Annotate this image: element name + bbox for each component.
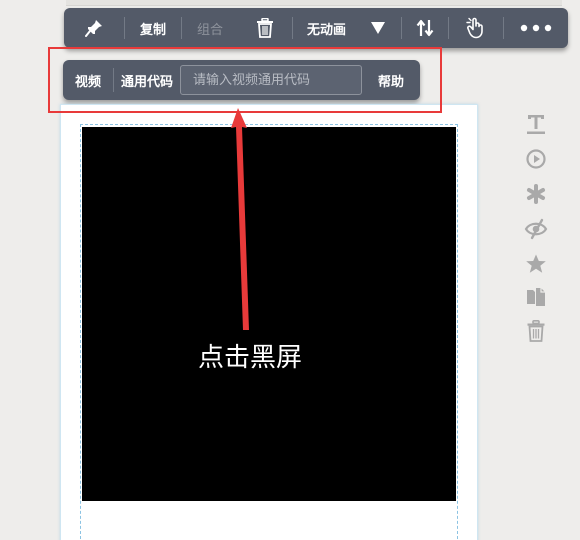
pointer-hand-icon	[466, 17, 483, 39]
video-tab[interactable]: 视频	[63, 60, 113, 100]
delete-button[interactable]	[238, 8, 292, 48]
editor-stage: 复制 组合 无动画 视频 通用代码 请输入视频通用代码 帮助 点击黑屏	[0, 0, 580, 540]
favorite-tool-button[interactable]	[522, 250, 550, 278]
eye-slash-icon	[524, 218, 548, 240]
help-button[interactable]: 帮助	[362, 71, 420, 90]
asterisk-icon	[527, 184, 545, 204]
copy-label: 复制	[139, 22, 166, 38]
pin-button[interactable]	[64, 8, 124, 48]
layer-order-button[interactable]	[402, 8, 448, 48]
trash-icon	[257, 18, 273, 38]
sort-arrows-icon	[416, 19, 434, 37]
animation-label: 无动画	[307, 22, 347, 38]
video-placeholder[interactable]	[82, 127, 456, 501]
embed-code-input[interactable]	[180, 65, 362, 95]
trash-icon	[527, 320, 545, 342]
group-label: 组合	[196, 22, 223, 38]
click-action-button[interactable]	[449, 8, 503, 48]
star-icon	[526, 254, 546, 273]
duplicate-tool-button[interactable]	[522, 283, 550, 311]
more-button[interactable]	[504, 8, 568, 48]
embed-code-label: 通用代码	[120, 74, 173, 90]
delete-tool-button[interactable]	[522, 317, 550, 345]
animation-dropdown[interactable]: 无动画	[293, 8, 401, 48]
play-tool-button[interactable]	[522, 145, 550, 173]
copy-button[interactable]: 复制	[125, 8, 181, 48]
effect-tool-button[interactable]	[522, 180, 550, 208]
text-icon	[527, 115, 545, 134]
pin-icon	[85, 20, 102, 37]
top-divider	[66, 0, 562, 6]
play-icon	[526, 149, 546, 169]
copy-icon	[527, 288, 545, 306]
video-toolbar: 视频 通用代码 帮助	[63, 60, 420, 100]
element-toolbar: 复制 组合 无动画	[64, 8, 568, 48]
more-dots-icon	[520, 24, 552, 32]
caret-down-icon	[371, 22, 385, 34]
instruction-text: 点击黑屏	[198, 343, 303, 373]
visibility-tool-button[interactable]	[522, 215, 550, 243]
text-tool-button[interactable]	[522, 110, 550, 138]
group-button[interactable]: 组合	[182, 8, 238, 48]
